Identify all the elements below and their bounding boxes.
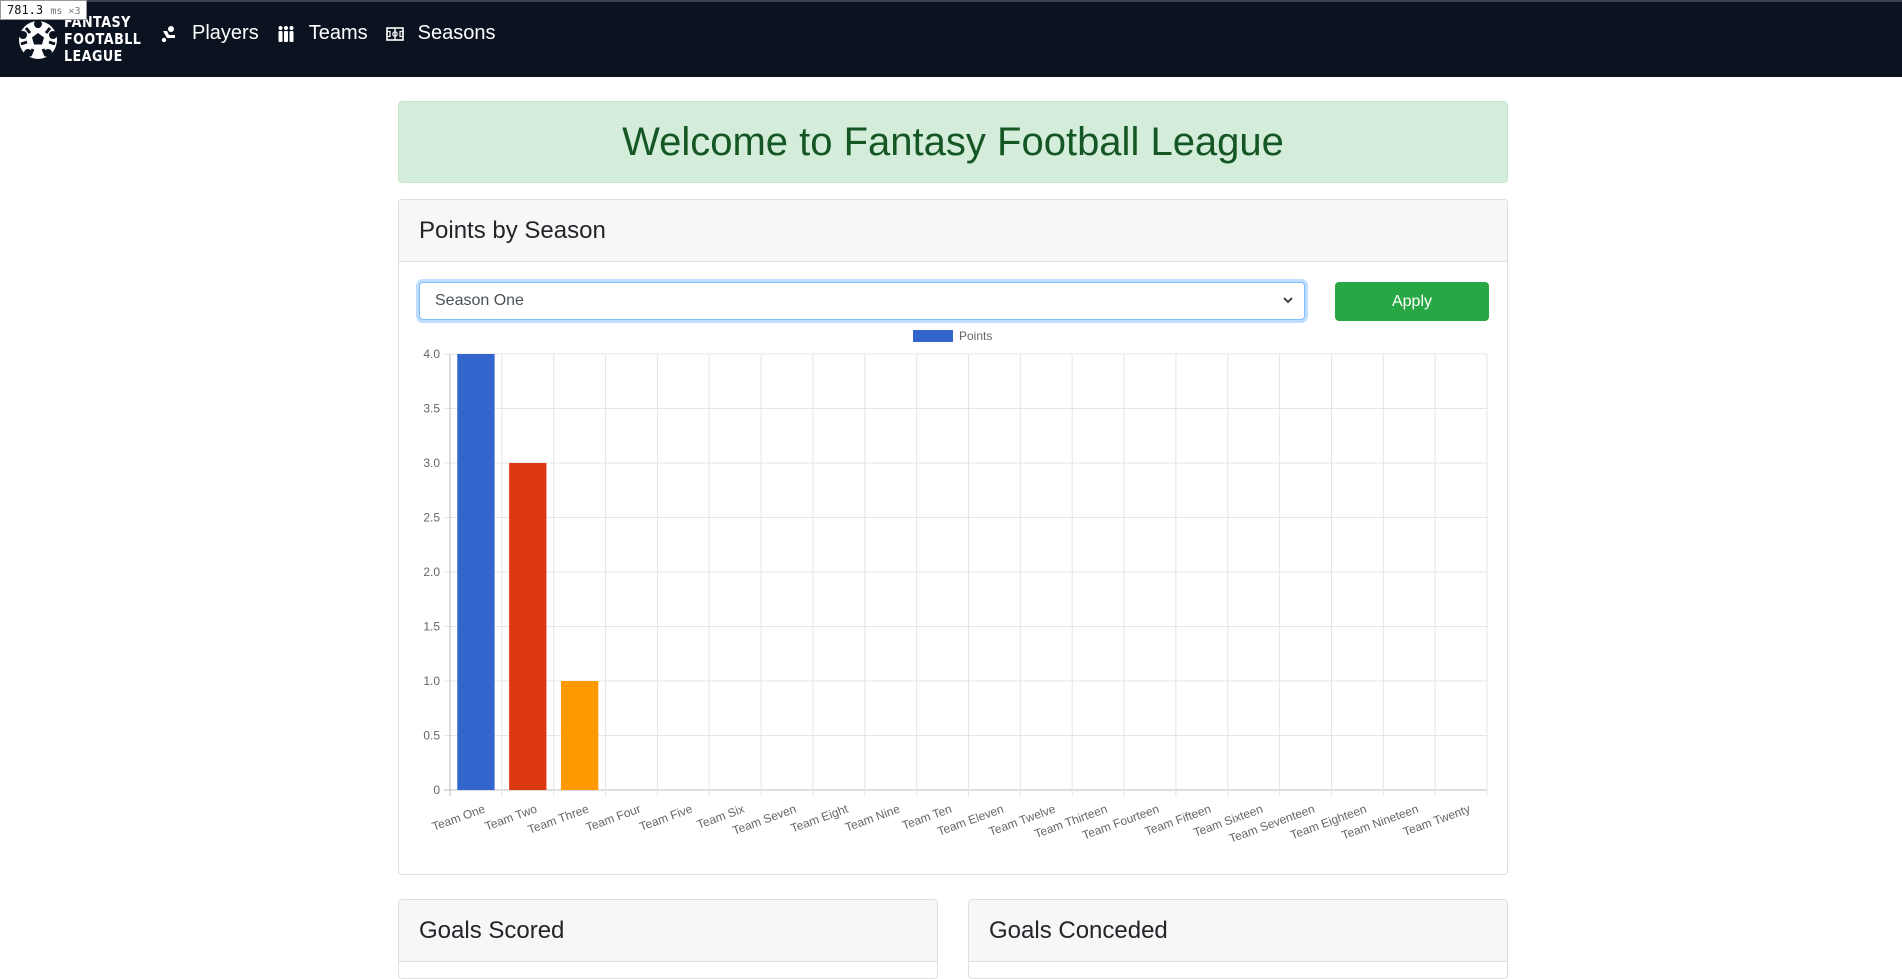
x-tick-label: Team Nine — [843, 802, 902, 835]
y-tick-label: 2.5 — [423, 511, 440, 525]
chart-legend: Points — [913, 329, 992, 343]
legend-swatch — [913, 330, 953, 342]
top-navbar: FANTASY FOOTABLL LEAGUE Players Teams Se… — [0, 0, 1902, 77]
welcome-heading: Welcome to Fantasy Football League — [622, 119, 1284, 164]
x-tick-label: Team Five — [638, 802, 695, 834]
goals-conceded-title: Goals Conceded — [969, 900, 1507, 962]
goals-scored-title: Goals Scored — [399, 900, 937, 962]
chart-x-ticks: Team OneTeam TwoTeam ThreeTeam FourTeam … — [430, 801, 1472, 845]
apply-button[interactable]: Apply — [1335, 282, 1489, 321]
bar-team-one — [457, 354, 495, 790]
brand-logo[interactable]: FANTASY FOOTABLL LEAGUE — [18, 14, 155, 65]
welcome-banner: Welcome to Fantasy Football League — [398, 101, 1508, 183]
points-bar-chart: 0 0.5 1.0 1.5 2.0 2.5 3.0 3.5 4.0 Team OneTeam T… — [423, 329, 1488, 846]
x-tick-label: Team Four — [584, 802, 643, 835]
nav-seasons[interactable]: Seasons — [385, 22, 496, 45]
seasons-icon — [385, 26, 404, 41]
nav-seasons-label: Seasons — [417, 22, 496, 44]
y-tick-label: 4.0 — [423, 347, 440, 361]
legend-label: Points — [959, 329, 992, 343]
soccer-ball-icon — [19, 19, 57, 59]
y-tick-label: 0.5 — [423, 729, 440, 743]
chevron-down-icon — [1283, 297, 1293, 304]
y-tick-label: 1.5 — [423, 620, 440, 634]
y-tick-label: 1.0 — [423, 674, 440, 688]
points-card-title: Points by Season — [399, 200, 1507, 262]
y-tick-label: 0 — [433, 783, 440, 797]
x-tick-label: Team One — [430, 802, 487, 834]
x-tick-label: Team Eight — [789, 801, 851, 835]
nav-teams[interactable]: Teams — [277, 22, 368, 45]
player-icon — [161, 25, 175, 42]
y-tick-label: 2.0 — [423, 565, 440, 579]
chart-grid — [444, 353, 1488, 796]
main-nav: Players Teams Seasons — [160, 22, 513, 45]
goals-scored-card: Goals Scored — [398, 899, 938, 979]
chart-y-ticks: 0 0.5 1.0 1.5 2.0 2.5 3.0 3.5 4.0 — [423, 347, 440, 797]
y-tick-label: 3.0 — [423, 456, 440, 470]
bar-team-three — [560, 681, 599, 790]
brand-text: FANTASY FOOTABLL LEAGUE — [64, 13, 142, 65]
nav-players[interactable]: Players — [160, 22, 259, 45]
teams-icon — [278, 25, 294, 42]
y-tick-label: 3.5 — [423, 402, 440, 416]
season-select-value: Season One — [435, 292, 524, 309]
nav-teams-label: Teams — [308, 22, 368, 44]
season-select[interactable]: Season One — [419, 282, 1305, 320]
points-by-season-card: Points by Season Season One Apply 0 0.5 1.… — [398, 199, 1508, 875]
goals-conceded-card: Goals Conceded — [968, 899, 1508, 979]
bar-team-two — [509, 463, 547, 790]
performance-badge: 781.3 ms ×3 — [0, 0, 88, 20]
nav-players-label: Players — [192, 22, 259, 44]
